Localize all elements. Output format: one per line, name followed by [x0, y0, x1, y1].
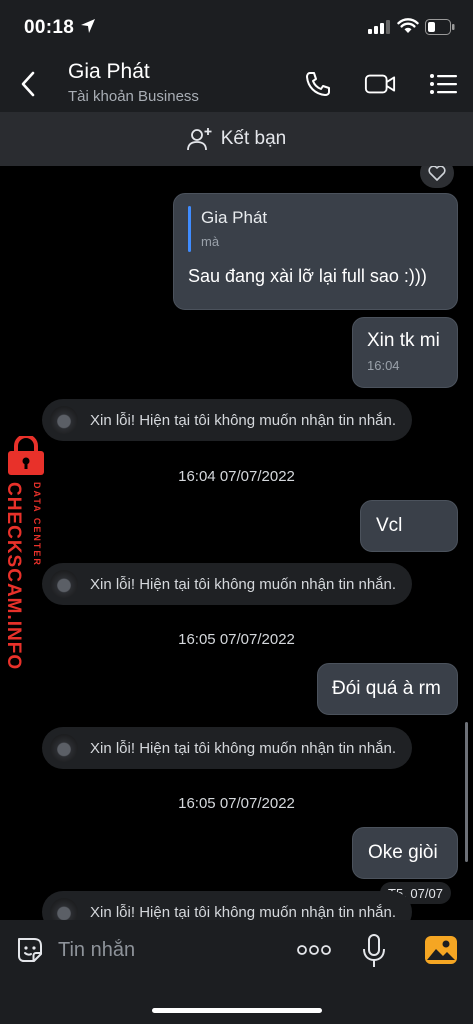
phone-icon [306, 72, 330, 96]
auto-reply-notice: Xin lỗi! Hiện tại tôi không muốn nhận ti… [42, 727, 413, 769]
watermark-subtitle: DATA CENTER [32, 482, 42, 567]
home-indicator [152, 1008, 322, 1013]
message-text: Đói quá à rm [332, 678, 441, 699]
add-friend-label: Kết bạn [220, 128, 287, 149]
watermark: CHECKSCAM.INFO DATA CENTER [0, 436, 60, 671]
outgoing-message-bubble[interactable]: Oke giòi [352, 827, 458, 879]
auto-reply-text: Xin lỗi! Hiện tại tôi không muốn nhận ti… [90, 739, 397, 757]
quoted-message-text: mà [201, 234, 220, 249]
add-friend-button[interactable]: Kết bạn [0, 112, 473, 166]
outgoing-message-bubble[interactable]: Đói quá à rm [317, 663, 458, 715]
auto-reply-notice: Xin lỗi! Hiện tại tôi không muốn nhận ti… [42, 563, 413, 605]
sticker-icon[interactable] [14, 934, 46, 966]
status-time: 00:18 [24, 17, 75, 38]
location-arrow-icon [81, 19, 95, 33]
message-time: 16:04 [367, 358, 400, 373]
wifi-icon [397, 18, 419, 33]
composer-bar [0, 920, 473, 1024]
quoted-sender-name: Gia Phát [201, 208, 268, 227]
avatar [50, 406, 78, 434]
message-input[interactable] [58, 934, 278, 966]
timestamp-divider: 16:05 07/07/2022 [178, 795, 295, 812]
quote-accent-bar [188, 206, 191, 252]
menu-button[interactable] [428, 68, 460, 100]
message-text: Xin tk mi [367, 330, 440, 351]
image-picker-icon[interactable] [424, 934, 458, 966]
heart-icon [428, 166, 446, 181]
message-list[interactable]: Gia Phát mà Sau đang xài lỡ lại full sao… [0, 166, 473, 920]
auto-reply-notice: Xin lỗi! Hiện tại tôi không muốn nhận ti… [42, 891, 413, 921]
more-dots-icon [297, 945, 331, 955]
auto-reply-text: Xin lỗi! Hiện tại tôi không muốn nhận ti… [90, 903, 397, 921]
outgoing-message-bubble[interactable]: Xin tk mi 16:04 [352, 317, 458, 388]
message-text: Vcl [376, 515, 403, 536]
auto-reply-text: Xin lỗi! Hiện tại tôi không muốn nhận ti… [90, 575, 397, 593]
account-type-label: Tài khoản Business [68, 88, 199, 105]
chat-header: Gia Phát Tài khoản Business [0, 56, 473, 112]
add-user-icon [186, 128, 212, 151]
contact-name[interactable]: Gia Phát [68, 60, 150, 84]
battery-icon [425, 19, 455, 35]
more-options-button[interactable] [296, 938, 332, 962]
reply-message-bubble[interactable]: Gia Phát mà Sau đang xài lỡ lại full sao… [173, 193, 458, 310]
voice-call-button[interactable] [302, 68, 334, 100]
auto-reply-notice: Xin lỗi! Hiện tại tôi không muốn nhận ti… [42, 399, 413, 441]
video-call-button[interactable] [364, 68, 396, 100]
outgoing-message-bubble[interactable]: Vcl [360, 500, 458, 552]
padlock-icon [8, 436, 44, 475]
message-text: Oke giòi [368, 842, 438, 863]
video-camera-icon [364, 74, 396, 94]
back-button[interactable] [12, 66, 44, 102]
cellular-signal-icon [368, 20, 390, 34]
reaction-button[interactable] [420, 166, 454, 188]
microphone-icon[interactable] [362, 934, 386, 968]
auto-reply-text: Xin lỗi! Hiện tại tôi không muốn nhận ti… [90, 411, 397, 429]
status-bar: 00:18 [0, 0, 473, 56]
timestamp-divider: 16:05 07/07/2022 [178, 631, 295, 648]
chevron-left-icon [21, 71, 35, 97]
watermark-brand: CHECKSCAM.INFO [3, 482, 24, 671]
timestamp-divider: 16:04 07/07/2022 [178, 468, 295, 485]
reply-message-text: Sau đang xài lỡ lại full sao :))) [188, 266, 427, 286]
list-menu-icon [430, 74, 457, 94]
avatar [50, 734, 78, 762]
avatar [50, 898, 78, 920]
scrollbar[interactable] [465, 722, 468, 862]
